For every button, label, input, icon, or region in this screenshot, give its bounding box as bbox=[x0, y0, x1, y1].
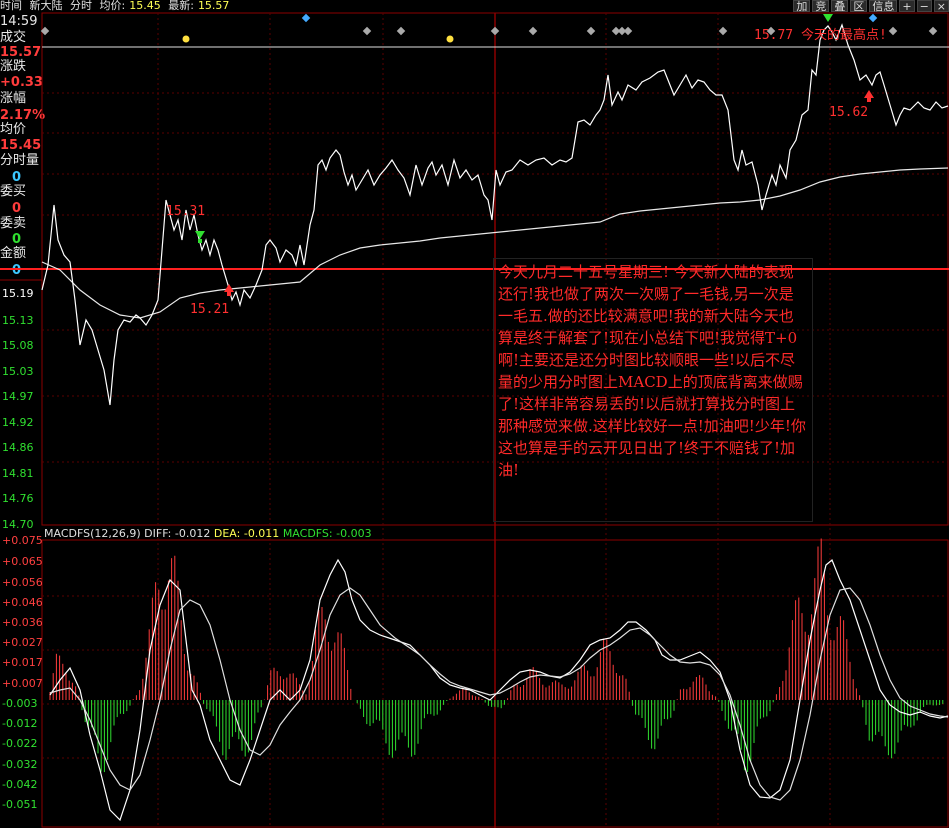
diff-value: -0.012 bbox=[174, 527, 211, 540]
macd-tick: -0.003 bbox=[2, 697, 38, 710]
macd-tick: +0.007 bbox=[2, 677, 43, 690]
macd-tick: +0.036 bbox=[2, 616, 43, 629]
macd-histogram bbox=[49, 538, 944, 773]
price-tick: 14.86 bbox=[2, 441, 34, 454]
price-tick: 15.19 bbox=[2, 287, 34, 300]
price-tick: 14.70 bbox=[2, 518, 34, 531]
mark-1531: 15.31 bbox=[166, 204, 206, 219]
dea-label: DEA: bbox=[213, 527, 241, 540]
trader-comment: 今天九月二十五号星期三! 今天新大陆的表现还行!我也做了两次一次赐了一毛钱,另一… bbox=[493, 258, 813, 522]
diff-label: DIFF: bbox=[144, 527, 172, 540]
macd-tick: -0.022 bbox=[2, 737, 38, 750]
price-tick: 14.92 bbox=[2, 416, 34, 429]
macd-tick: +0.017 bbox=[2, 656, 43, 669]
buy-arrow-stem bbox=[227, 292, 231, 296]
sell-arrow-stem bbox=[198, 239, 202, 243]
price-tick: 14.81 bbox=[2, 467, 34, 480]
high-annotation: 15.77 今天的最高点! bbox=[754, 28, 887, 43]
price-tick: 15.13 bbox=[2, 314, 34, 327]
macd-tick: +0.065 bbox=[2, 555, 43, 568]
macdfs-value: -0.003 bbox=[336, 527, 372, 540]
price-tick: 15.03 bbox=[2, 365, 34, 378]
macd-title: MACDFS(12,26,9) bbox=[44, 527, 141, 540]
macd-tick: -0.012 bbox=[2, 717, 38, 730]
macd-tick: -0.042 bbox=[2, 778, 38, 791]
price-tick: 15.08 bbox=[2, 339, 34, 352]
macd-tick: +0.046 bbox=[2, 596, 43, 609]
price-tick: 14.76 bbox=[2, 492, 34, 505]
macd-legend: MACDFS(12,26,9) DIFF: -0.012 DEA: -0.011… bbox=[44, 527, 372, 540]
mark-1521: 15.21 bbox=[190, 302, 230, 317]
buy-arrow-marker bbox=[224, 284, 234, 292]
macd-tick: +0.075 bbox=[2, 534, 43, 547]
macdfs-label: MACDFS: bbox=[282, 527, 333, 540]
mark-1562-arrow-stem bbox=[867, 98, 871, 102]
macd-tick: -0.032 bbox=[2, 758, 38, 771]
macd-tick: -0.051 bbox=[2, 798, 38, 811]
mark-1562-arrow bbox=[864, 90, 874, 98]
macd-tick: +0.027 bbox=[2, 636, 43, 649]
mark-1562: 15.62 bbox=[829, 105, 869, 120]
price-tick: 14.97 bbox=[2, 390, 34, 403]
high-sell-arrow bbox=[823, 14, 833, 22]
sell-arrow-marker bbox=[195, 231, 205, 239]
dea-value: -0.011 bbox=[243, 527, 280, 540]
macd-tick: +0.056 bbox=[2, 576, 43, 589]
